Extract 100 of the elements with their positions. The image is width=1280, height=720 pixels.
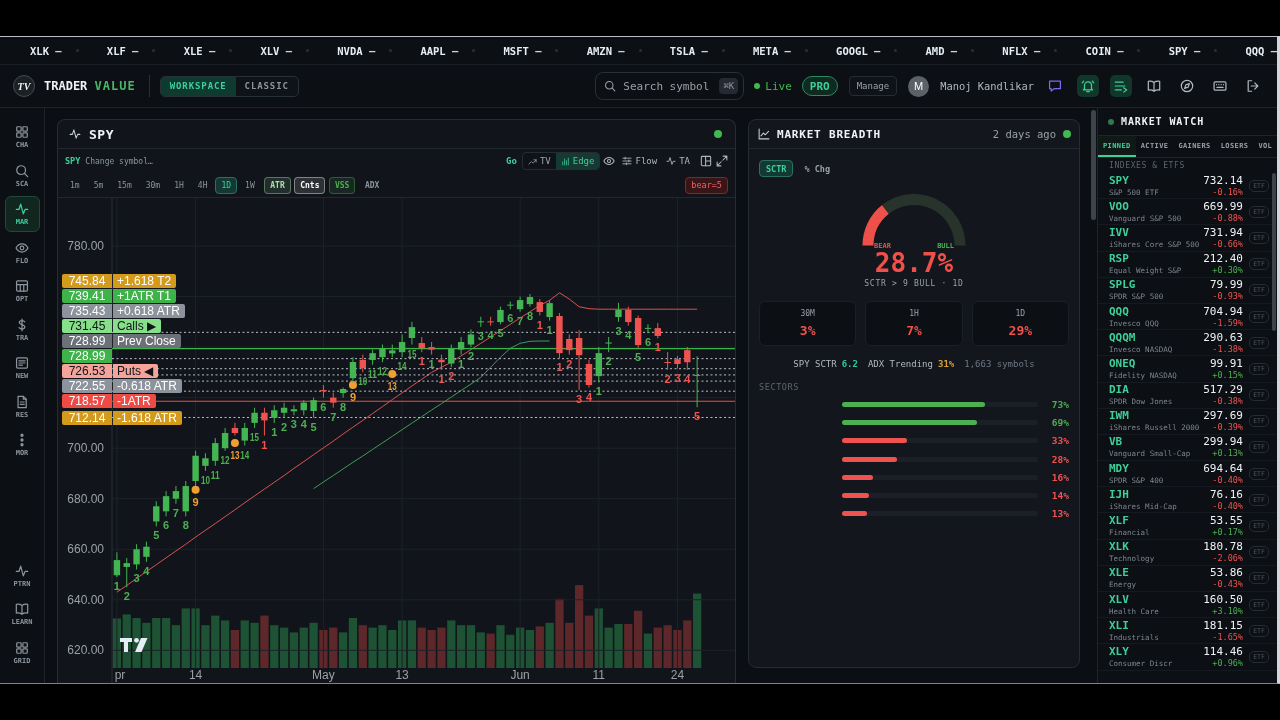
count-label: 12 <box>377 365 391 378</box>
tool-button[interactable]: TA <box>666 156 690 166</box>
book-icon[interactable] <box>1147 79 1161 93</box>
price: 180.78 <box>1203 541 1243 554</box>
ticker-symbol: XLF <box>1109 515 1130 528</box>
timeframe-tab[interactable]: 5m <box>87 176 110 194</box>
ticker-item[interactable]: XLK — <box>30 44 62 57</box>
go-button[interactable]: Go <box>506 156 517 166</box>
expand-icon[interactable] <box>716 155 728 167</box>
candle <box>438 354 445 371</box>
level-price-tag: 712.14 <box>62 410 112 425</box>
timeframe-tab[interactable]: 1H <box>168 176 190 194</box>
logout-icon[interactable] <box>1246 79 1260 93</box>
count-label: 4 <box>585 390 592 403</box>
timeframe-tab[interactable]: 1D <box>215 176 238 194</box>
eye-icon[interactable] <box>603 155 616 167</box>
count-label: 11 <box>210 468 223 481</box>
ticker-item[interactable]: GOOGL — <box>836 44 881 57</box>
count-label: 7 <box>172 506 179 519</box>
indicator-toggle[interactable]: ATR <box>264 176 291 194</box>
ticker-item[interactable]: NFLX — <box>1002 44 1041 57</box>
ticker-item[interactable]: AMD — <box>925 44 958 57</box>
indicator-toggle[interactable]: Cnts <box>294 176 326 194</box>
change-percent: -0.40% <box>1212 475 1243 485</box>
sector-percent: 33% <box>1050 435 1069 447</box>
candle <box>408 321 416 346</box>
ticker-item[interactable]: TSLA — <box>669 44 708 57</box>
timeframe-tab[interactable]: 1m <box>64 176 86 194</box>
candle <box>644 323 652 334</box>
ticker-item[interactable]: AAPL — <box>420 44 459 57</box>
ticker-symbol: IVV <box>1109 226 1130 239</box>
mode-tab[interactable]: % Chg <box>797 160 838 177</box>
level-label-tag: -0.618 ATR <box>113 379 182 394</box>
timeframe-tab[interactable]: 30m <box>139 176 167 194</box>
compass-icon[interactable] <box>1180 79 1194 93</box>
ticker-symbol: VOO <box>1109 200 1130 213</box>
change-percent: +0.15% <box>1212 370 1243 380</box>
keyboard-icon[interactable] <box>1213 79 1227 93</box>
ticker-item[interactable]: XLV — <box>260 44 293 57</box>
count-label: 1 <box>261 438 268 451</box>
ticker-item[interactable]: XLE — <box>183 44 216 57</box>
candle <box>241 422 248 447</box>
ticker-item[interactable]: SPY — <box>1168 44 1201 57</box>
indicator-toggle[interactable]: ADX <box>358 176 386 194</box>
count-label: 8 <box>340 400 347 413</box>
scrollbar-thumb[interactable] <box>1091 110 1096 220</box>
change-percent: -0.43% <box>1212 580 1243 590</box>
candle <box>664 351 671 371</box>
section-label: SECTORS <box>759 382 801 392</box>
candle <box>359 354 366 373</box>
indicator-toggle[interactable]: VSS <box>328 176 356 194</box>
change-percent: -1.59% <box>1212 318 1243 328</box>
ticker-symbol: ONEQ <box>1109 357 1137 370</box>
mode-tab[interactable]: CLASSIC <box>235 76 298 96</box>
manage-button[interactable]: Manage <box>848 76 898 96</box>
ticker-item[interactable]: QQQ — <box>1245 44 1277 57</box>
candle <box>389 344 396 358</box>
ticker-item[interactable]: NVDA — <box>337 44 376 57</box>
candle <box>546 299 553 322</box>
change-percent: -0.66% <box>1212 239 1243 249</box>
signal-badge: bear=5 <box>685 176 728 194</box>
ticker-item[interactable]: COIN — <box>1085 44 1124 57</box>
candle <box>566 333 573 356</box>
timeframe-tab[interactable]: 1W <box>239 176 261 194</box>
count-label: 3 <box>290 418 297 431</box>
mode-tab[interactable]: SCTR <box>759 160 794 177</box>
eye-icon <box>15 240 29 255</box>
ticker-item[interactable]: META — <box>752 44 791 57</box>
document-icon <box>15 394 29 409</box>
section-label: INDEXES & ETFS <box>1108 160 1186 172</box>
count-label: 2 <box>123 590 130 603</box>
count-label: 13 <box>387 380 401 393</box>
scrollbar-thumb[interactable] <box>1272 173 1276 331</box>
change-percent: +0.96% <box>1212 658 1243 668</box>
candle <box>300 399 307 416</box>
candle <box>605 336 612 353</box>
view-tab[interactable]: Edge <box>555 153 600 169</box>
date-axis-label: pr <box>114 668 126 682</box>
mode-tab[interactable]: WORKSPACE <box>160 76 236 96</box>
ticker-item[interactable]: XLF — <box>106 44 139 57</box>
symbol-input[interactable]: Change symbol… <box>85 156 176 166</box>
timeframe-tab[interactable]: 4H <box>191 176 214 194</box>
candle <box>320 384 327 399</box>
layout-icon[interactable] <box>700 155 712 167</box>
chat-icon[interactable] <box>1048 79 1062 93</box>
change-percent: -0.39% <box>1212 423 1243 433</box>
candle <box>153 500 160 527</box>
ticker-item[interactable]: MSFT — <box>503 44 542 57</box>
toolbar-button[interactable] <box>1110 75 1132 97</box>
view-tab[interactable]: TV <box>522 153 556 169</box>
ticker-symbol: DIA <box>1109 384 1130 397</box>
ticker-symbol: QQQ <box>1109 305 1130 318</box>
price: 53.55 <box>1209 515 1243 528</box>
toolbar-button[interactable] <box>1077 75 1099 97</box>
timeframe-tab[interactable]: 15m <box>111 176 138 194</box>
avatar[interactable]: M <box>908 75 930 97</box>
tool-button[interactable]: Flow <box>622 156 658 166</box>
change-percent: -2.06% <box>1212 554 1243 564</box>
date-axis-label: 14 <box>188 668 203 682</box>
ticker-item[interactable]: AMZN — <box>586 44 625 57</box>
